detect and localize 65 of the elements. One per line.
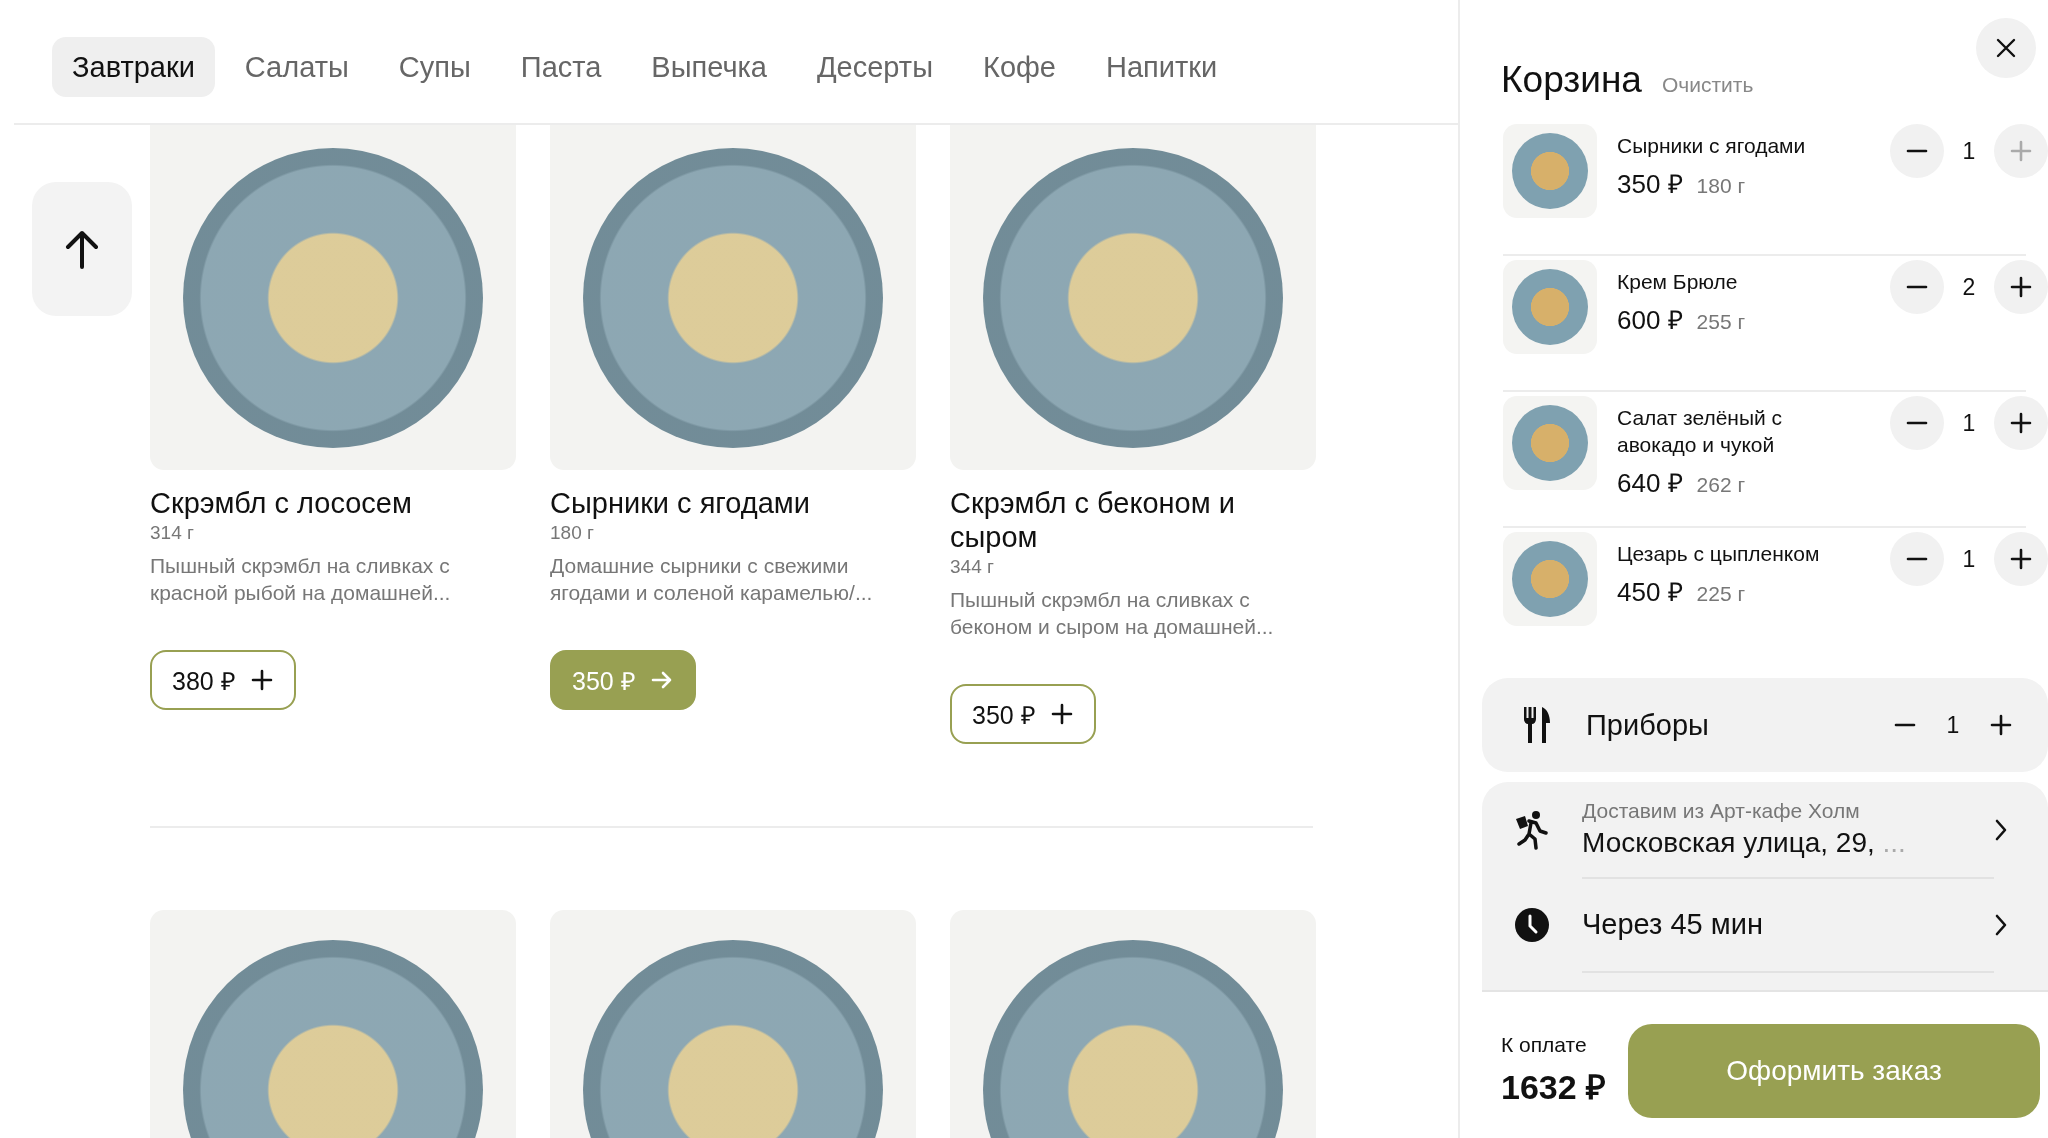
product-name: Скрэмбл с беконом и сыром <box>950 486 1236 554</box>
plus-icon <box>2010 140 2032 162</box>
category-tab[interactable]: Напитки <box>1086 37 1238 97</box>
plus-icon <box>249 668 274 692</box>
product-weight: 314 г <box>150 522 194 544</box>
item-quantity: 1 <box>1961 545 1977 573</box>
total-label: К оплате <box>1501 1033 1588 1057</box>
minus-icon <box>1906 149 1928 153</box>
product-name: Сырники с ягодами <box>550 486 810 520</box>
delivery-time: Через 45 мин <box>1582 877 1994 973</box>
item-price: 450 ₽ <box>1617 576 1683 609</box>
total-amount: 1632 ₽ <box>1501 1067 1607 1108</box>
category-tab[interactable]: Паста <box>500 37 622 97</box>
scroll-up-button[interactable] <box>32 182 132 316</box>
category-tab[interactable]: Выпечка <box>631 37 787 97</box>
product-name: Скрэмбл с лососем <box>150 486 412 520</box>
item-quantity: 1 <box>1961 137 1977 165</box>
clear-cart-link[interactable]: Очистить <box>1661 73 1754 97</box>
delivery-address-row[interactable]: Доставим из Арт-кафе Холм Московская улица, 29, ... <box>1482 782 2048 878</box>
item-weight: 262 г <box>1696 473 1746 497</box>
cutlery-icon <box>1522 705 1552 745</box>
product-description: Пышный скрэмбл на сливках с беконом и сыром на домашней... <box>950 587 1275 640</box>
item-quantity: 2 <box>1961 273 1977 301</box>
close-icon <box>1995 37 2017 59</box>
price-button[interactable]: 350 ₽ <box>950 684 1096 744</box>
item-price: 600 ₽ <box>1617 304 1683 337</box>
plus-icon <box>2010 412 2032 434</box>
clock-icon <box>1514 907 1550 943</box>
plus-icon <box>2010 548 2032 570</box>
item-price: 640 ₽ <box>1617 467 1683 500</box>
category-tab[interactable]: Завтраки <box>52 37 215 97</box>
cutlery-label: Приборы <box>1586 708 1710 742</box>
minus-icon <box>1894 723 1916 727</box>
item-price: 350 ₽ <box>1617 168 1683 201</box>
product-weight: 344 г <box>950 556 994 578</box>
cart-title: Корзина <box>1501 59 1642 101</box>
plus-icon <box>2010 276 2032 298</box>
item-name: Салат зелёный с авокадо и чукой <box>1617 405 1784 458</box>
minus-icon <box>1906 285 1928 289</box>
category-tab[interactable]: Кофе <box>963 37 1076 97</box>
plus-icon <box>1049 702 1074 726</box>
category-tab[interactable]: Супы <box>378 37 491 97</box>
category-tab[interactable]: Салаты <box>224 37 369 97</box>
category-tab[interactable]: Десерты <box>796 37 953 97</box>
plus-icon <box>1990 714 2012 736</box>
chevron-right-icon <box>1994 818 2008 842</box>
delivery-caption: Доставим из Арт-кафе Холм <box>1582 799 1861 823</box>
item-weight: 255 г <box>1696 310 1746 334</box>
delivery-time-row[interactable]: Через 45 мин <box>1482 878 2048 972</box>
cutlery-quantity: 1 <box>1945 711 1961 739</box>
product-description: Пышный скрэмбл на сливках с красной рыбой на домашней... <box>150 553 452 606</box>
chevron-right-icon <box>1994 913 2008 937</box>
delivery-address: Московская улица, 29, ... <box>1582 827 1906 859</box>
item-weight: 225 г <box>1696 582 1746 606</box>
item-weight: 180 г <box>1696 174 1746 198</box>
product-weight: 180 г <box>550 522 594 544</box>
item-name: Сырники с ягодами <box>1617 133 1807 159</box>
item-quantity: 1 <box>1961 409 1977 437</box>
minus-icon <box>1906 421 1928 425</box>
minus-icon <box>1906 557 1928 561</box>
price-button[interactable]: 380 ₽ <box>150 650 296 710</box>
item-name: Цезарь с цыпленком <box>1617 541 1821 567</box>
courier-walking-icon <box>1514 810 1550 850</box>
item-name: Крем Брюле <box>1617 269 1739 295</box>
product-description: Домашние сырники с свежими ягодами и соленой карамелью/... <box>550 553 874 606</box>
